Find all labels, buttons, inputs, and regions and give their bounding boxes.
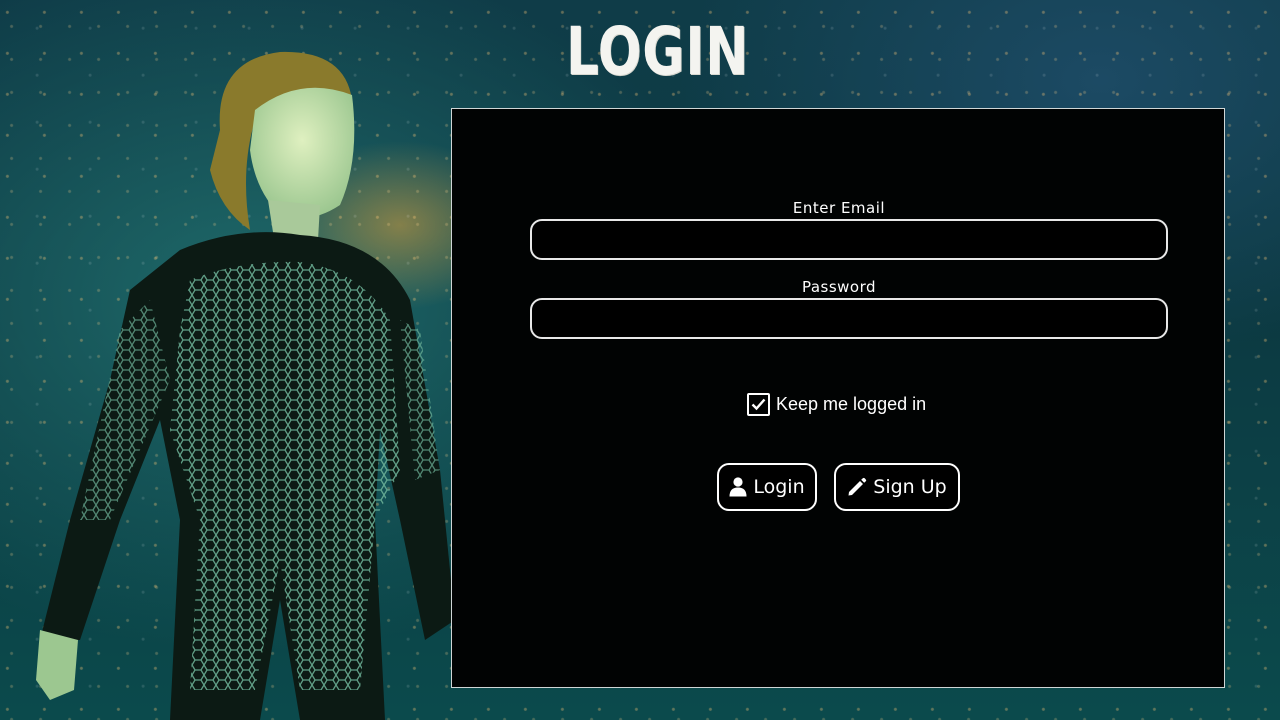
page-title: LOGIN <box>566 13 750 90</box>
remember-label: Keep me logged in <box>776 393 927 414</box>
password-label: Password <box>801 278 877 296</box>
remember-checkbox[interactable] <box>747 392 770 416</box>
login-panel: Enter Email Password Keep me logged in L… <box>451 108 1225 688</box>
login-button-label: Login <box>753 476 805 498</box>
password-field[interactable] <box>530 298 1168 339</box>
checkmark-icon <box>751 398 766 410</box>
pencil-icon <box>848 477 867 496</box>
character-illustration <box>36 51 455 720</box>
signup-button[interactable]: Sign Up <box>834 463 960 511</box>
user-icon <box>729 477 747 497</box>
signup-button-label: Sign Up <box>873 476 947 498</box>
remember-me[interactable]: Keep me logged in <box>747 391 926 417</box>
email-field[interactable] <box>530 219 1168 260</box>
email-label: Enter Email <box>792 199 886 217</box>
login-button[interactable]: Login <box>717 463 817 511</box>
